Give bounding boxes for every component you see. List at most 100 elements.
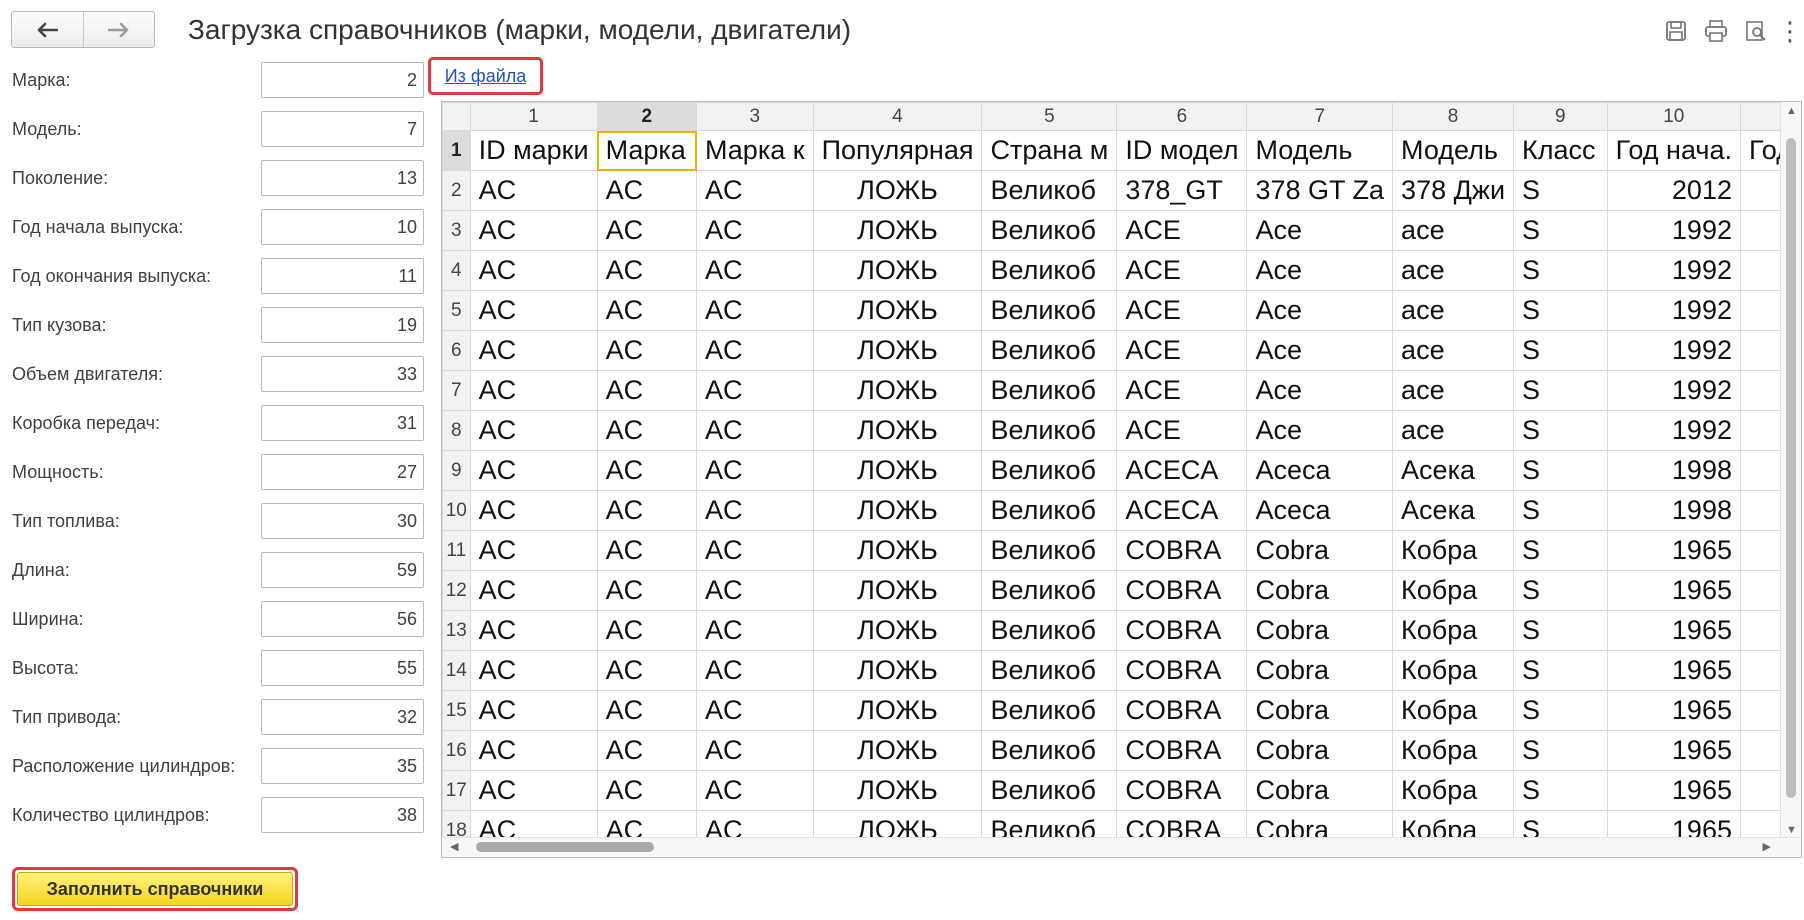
table-cell[interactable]: S <box>1513 330 1608 371</box>
table-cell[interactable]: асе <box>1392 330 1515 371</box>
table-cell[interactable]: AC <box>696 210 814 251</box>
table-cell[interactable]: Популярная <box>812 130 983 171</box>
table-cell[interactable]: COBRA <box>1116 690 1248 731</box>
row-header[interactable]: 10 <box>442 490 471 531</box>
table-cell[interactable]: Cobra <box>1246 690 1394 731</box>
table-cell[interactable]: S <box>1513 450 1608 491</box>
table-cell[interactable]: ACECA <box>1116 450 1248 491</box>
table-cell[interactable]: Великоб <box>981 730 1118 771</box>
table-cell[interactable]: Ace <box>1246 250 1394 291</box>
table-cell[interactable]: AC <box>469 410 598 451</box>
field-input[interactable]: 11 <box>261 258 424 294</box>
table-cell[interactable]: S <box>1513 410 1608 451</box>
fill-directories-button[interactable]: Заполнить справочники <box>17 872 293 906</box>
table-cell[interactable]: AC <box>469 530 598 571</box>
back-button[interactable] <box>12 12 83 47</box>
table-cell[interactable]: Великоб <box>981 210 1118 251</box>
table-cell[interactable]: AC <box>596 770 698 811</box>
table-cell[interactable]: асе <box>1392 370 1515 411</box>
table-cell[interactable]: Модель <box>1246 130 1394 171</box>
table-cell[interactable]: ACECA <box>1116 490 1248 531</box>
table-cell[interactable]: S <box>1513 490 1608 531</box>
row-header[interactable]: 17 <box>442 770 471 811</box>
table-cell[interactable]: Кобра <box>1392 650 1515 691</box>
table-cell[interactable]: Кобра <box>1392 730 1515 771</box>
table-cell[interactable]: AC <box>596 250 698 291</box>
field-input[interactable]: 27 <box>261 454 424 490</box>
table-cell[interactable]: Великоб <box>981 170 1118 211</box>
field-input[interactable]: 31 <box>261 405 424 441</box>
table-cell[interactable]: AC <box>596 650 698 691</box>
save-button[interactable] <box>1656 16 1696 46</box>
table-cell[interactable]: AC <box>469 730 598 771</box>
table-cell[interactable]: Великоб <box>981 490 1118 531</box>
table-cell[interactable]: AC <box>469 210 598 251</box>
table-cell[interactable]: 1992 <box>1606 370 1741 411</box>
table-cell[interactable]: Класс <box>1513 130 1608 171</box>
table-cell[interactable]: 1965 <box>1606 730 1741 771</box>
table-cell[interactable]: ЛОЖЬ <box>812 210 983 251</box>
row-header[interactable]: 15 <box>442 690 471 731</box>
spreadsheet[interactable]: 1 2 3 4 5 6 7 8 9 10 1 ID марки Марка Марка к Популярн… <box>441 101 1802 858</box>
table-cell[interactable]: AC <box>596 210 698 251</box>
table-cell[interactable]: Cobra <box>1246 570 1394 611</box>
from-file-link[interactable]: Из файла <box>445 66 527 87</box>
table-cell[interactable]: Великоб <box>981 650 1118 691</box>
vertical-scroll-thumb[interactable] <box>1786 138 1796 798</box>
scroll-up-icon[interactable]: ▲ <box>1786 106 1797 117</box>
table-cell[interactable]: AC <box>596 410 698 451</box>
field-input[interactable]: 56 <box>261 601 424 637</box>
table-cell[interactable]: ЛОЖЬ <box>812 450 983 491</box>
column-header[interactable]: 1 <box>469 102 598 131</box>
table-cell[interactable]: AC <box>469 610 598 651</box>
column-header[interactable]: 10 <box>1606 102 1741 131</box>
table-cell[interactable]: AC <box>696 330 814 371</box>
field-input[interactable]: 13 <box>261 160 424 196</box>
table-cell[interactable]: 1992 <box>1606 210 1741 251</box>
grid-corner[interactable] <box>442 102 471 131</box>
table-cell[interactable]: 1992 <box>1606 330 1741 371</box>
table-cell[interactable]: Cobra <box>1246 530 1394 571</box>
table-cell[interactable]: COBRA <box>1116 570 1248 611</box>
table-cell[interactable]: Ace <box>1246 410 1394 451</box>
table-cell[interactable]: S <box>1513 610 1608 651</box>
field-input[interactable]: 38 <box>261 797 424 833</box>
table-cell[interactable]: AC <box>696 610 814 651</box>
table-cell[interactable]: AC <box>596 490 698 531</box>
table-cell[interactable]: Модель <box>1392 130 1515 171</box>
row-header[interactable]: 11 <box>442 530 471 571</box>
table-cell[interactable]: S <box>1513 570 1608 611</box>
table-cell[interactable]: Великоб <box>981 290 1118 331</box>
table-cell[interactable]: Великоб <box>981 530 1118 571</box>
table-cell[interactable]: асе <box>1392 410 1515 451</box>
table-cell[interactable]: ID модел <box>1116 130 1248 171</box>
table-cell[interactable]: AC <box>696 490 814 531</box>
table-cell[interactable]: AC <box>469 450 598 491</box>
table-cell[interactable]: ЛОЖЬ <box>812 770 983 811</box>
table-cell[interactable]: Кобра <box>1392 690 1515 731</box>
table-cell[interactable]: AC <box>596 570 698 611</box>
table-cell[interactable]: AC <box>469 690 598 731</box>
horizontal-scroll-thumb[interactable] <box>476 842 654 852</box>
table-cell[interactable]: ЛОЖЬ <box>812 530 983 571</box>
table-cell[interactable]: Кобра <box>1392 770 1515 811</box>
table-cell[interactable]: AC <box>596 610 698 651</box>
table-cell[interactable]: ACE <box>1116 250 1248 291</box>
table-cell[interactable]: AC <box>696 250 814 291</box>
table-cell[interactable]: ЛОЖЬ <box>812 610 983 651</box>
column-header[interactable]: 8 <box>1392 102 1515 131</box>
table-cell[interactable]: AC <box>469 290 598 331</box>
table-cell[interactable]: Кобра <box>1392 530 1515 571</box>
table-cell[interactable]: Cobra <box>1246 770 1394 811</box>
table-cell[interactable]: ЛОЖЬ <box>812 650 983 691</box>
table-cell[interactable]: COBRA <box>1116 770 1248 811</box>
table-cell[interactable]: Кобра <box>1392 570 1515 611</box>
table-cell[interactable]: ACE <box>1116 290 1248 331</box>
field-input[interactable]: 10 <box>261 209 424 245</box>
table-cell[interactable]: AC <box>469 770 598 811</box>
table-cell[interactable]: AC <box>596 730 698 771</box>
row-header[interactable]: 13 <box>442 610 471 651</box>
table-cell[interactable]: ЛОЖЬ <box>812 730 983 771</box>
column-header[interactable]: 6 <box>1116 102 1248 131</box>
table-cell[interactable]: AC <box>696 770 814 811</box>
